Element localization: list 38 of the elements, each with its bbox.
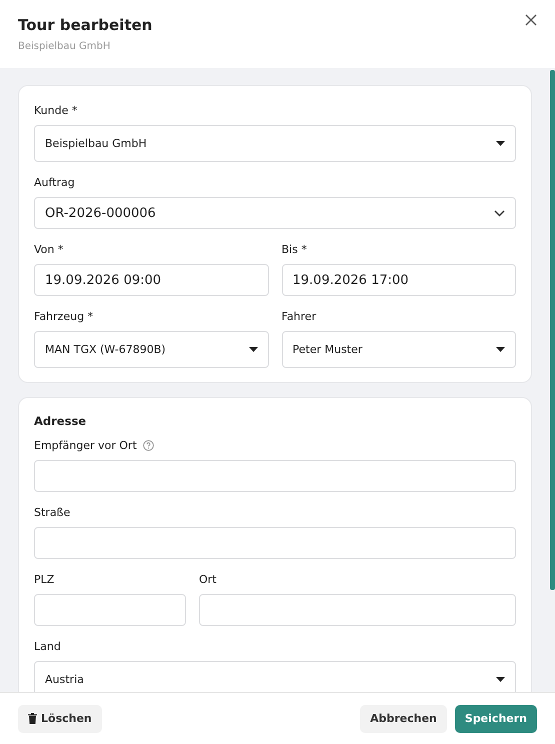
- caret-icon: [248, 347, 258, 352]
- save-button[interactable]: Speichern: [454, 704, 537, 732]
- dialog-title: Tour bearbeiten: [18, 16, 152, 34]
- select-field[interactable]: MAN TGX (W-67890B): [34, 331, 268, 368]
- combobox-field[interactable]: OR-2026-000006: [34, 197, 516, 229]
- caret-icon: [496, 347, 505, 352]
- select-field[interactable]: Beispielbau GmbH: [34, 125, 516, 162]
- input-field[interactable]: [199, 594, 516, 626]
- field-label: Von *: [34, 242, 64, 256]
- input-field[interactable]: [34, 460, 516, 492]
- select-field[interactable]: Peter Muster: [282, 331, 516, 368]
- input-field[interactable]: 19.09.2026 09:00: [34, 264, 268, 296]
- field-label: Fahrer: [282, 310, 316, 322]
- cancel-button[interactable]: Abbrechen: [360, 704, 447, 732]
- field-label: Straße: [34, 506, 70, 518]
- section-heading: Adresse: [34, 414, 88, 428]
- field-label: Ort: [199, 572, 216, 586]
- help-icon[interactable]: [142, 440, 154, 450]
- trash-icon: [28, 713, 37, 724]
- scrollbar-thumb[interactable]: [550, 70, 555, 590]
- delete-button[interactable]: Löschen: [18, 704, 102, 732]
- field-label: PLZ: [34, 572, 54, 586]
- caret-icon: [496, 141, 505, 146]
- dialog-subtitle: Beispielbau GmbH: [18, 41, 110, 52]
- field-label: Empfänger vor Ort: [34, 438, 137, 452]
- chevron-down-icon: [494, 210, 505, 216]
- input-field[interactable]: 19.09.2026 17:00: [282, 264, 516, 296]
- caret-icon: [496, 677, 505, 682]
- field-label: Land: [34, 640, 61, 652]
- input-field[interactable]: [34, 527, 516, 559]
- input-field[interactable]: [34, 594, 186, 626]
- close-icon: [525, 14, 537, 26]
- field-label: Auftrag: [34, 176, 75, 188]
- field-label: Kunde *: [34, 104, 78, 116]
- close-button[interactable]: [523, 12, 539, 28]
- select-field[interactable]: Austria: [34, 661, 516, 692]
- field-label: Fahrzeug *: [34, 310, 94, 322]
- field-label: Bis *: [282, 242, 307, 256]
